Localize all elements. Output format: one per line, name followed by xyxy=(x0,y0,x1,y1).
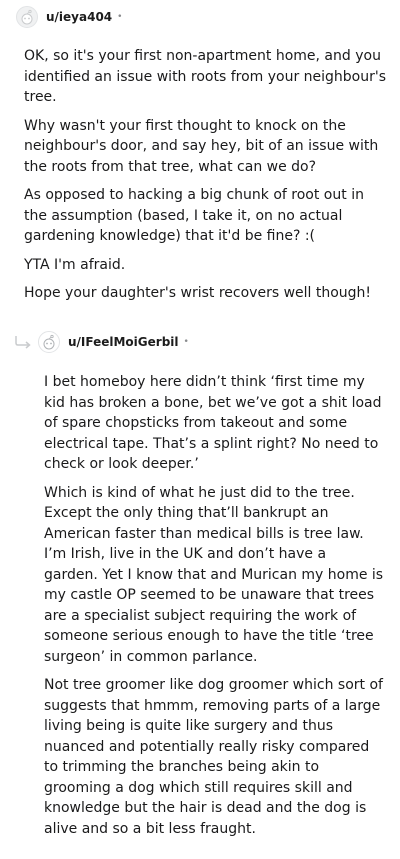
snoo-avatar-icon xyxy=(43,334,55,350)
comment-header: u/ieya404 • xyxy=(16,5,122,29)
username[interactable]: u/IFeelMoiGerbil xyxy=(68,335,179,349)
comment-body: OK, so it's your first non-apartment hom… xyxy=(24,46,386,312)
comment-header: u/IFeelMoiGerbil • xyxy=(38,330,189,354)
comment-paragraph: YTA I'm afraid. xyxy=(24,256,126,273)
separator-dot: • xyxy=(117,12,123,22)
comment-body: I bet homeboy here didn’t think ‘first t… xyxy=(44,372,384,847)
comment-paragraph: OK, so it's your first non-apartment hom… xyxy=(24,48,387,105)
comment-paragraph: Why wasn't your first thought to knock o… xyxy=(24,117,379,175)
comment-paragraph: I bet homeboy here didn’t think ‘first t… xyxy=(44,374,382,472)
username[interactable]: u/ieya404 xyxy=(46,10,112,24)
snoo-avatar-icon xyxy=(21,9,33,25)
separator-dot: • xyxy=(183,337,189,347)
comment-paragraph: Which is kind of what he just did to the… xyxy=(44,484,384,665)
avatar[interactable] xyxy=(16,6,38,28)
comment-paragraph: Not tree groomer like dog groomer which … xyxy=(44,677,383,837)
comment-paragraph: As opposed to hacking a big chunk of roo… xyxy=(24,187,364,244)
avatar[interactable] xyxy=(38,331,60,353)
reply-arrow-icon xyxy=(15,336,31,349)
comment-paragraph: Hope your daughter's wrist recovers well… xyxy=(24,285,372,301)
